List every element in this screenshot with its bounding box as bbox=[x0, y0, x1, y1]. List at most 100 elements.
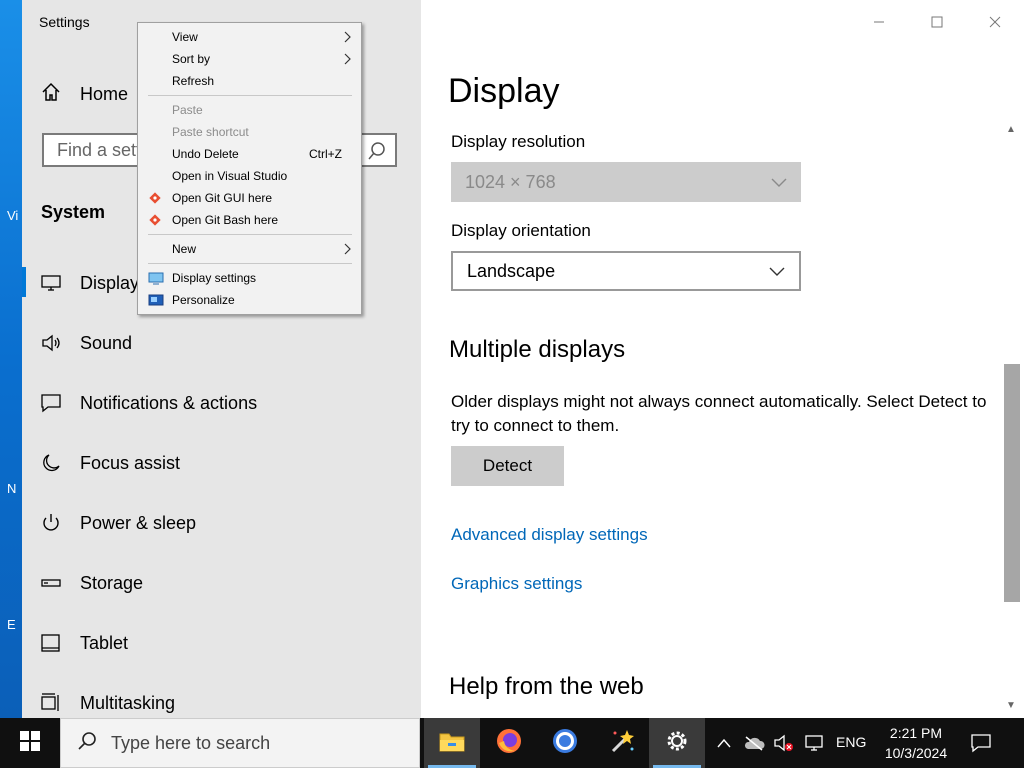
file-explorer-icon bbox=[438, 729, 466, 758]
sidebar-item-label: Power & sleep bbox=[80, 512, 197, 533]
menu-item-shortcut: Ctrl+Z bbox=[309, 147, 342, 161]
speaker-icon bbox=[40, 332, 62, 354]
menu-item-display-settings[interactable]: Display settings bbox=[138, 267, 361, 289]
menu-item-paste: Paste bbox=[138, 99, 361, 121]
storage-icon bbox=[40, 572, 62, 594]
chevron-right-icon bbox=[344, 53, 351, 68]
desktop-background[interactable]: Vi N E bbox=[0, 0, 22, 718]
home-label: Home bbox=[80, 83, 129, 104]
menu-item-label: Open Git GUI here bbox=[172, 191, 273, 205]
chevron-down-icon bbox=[771, 172, 787, 193]
magic-wand-icon bbox=[607, 727, 635, 760]
resolution-label: Display resolution bbox=[451, 132, 586, 151]
menu-separator bbox=[148, 95, 352, 96]
tablet-icon bbox=[40, 632, 62, 654]
menu-item-label: New bbox=[172, 242, 197, 256]
menu-item-refresh[interactable]: Refresh bbox=[138, 70, 361, 92]
chevron-up-icon[interactable] bbox=[714, 732, 734, 754]
sidebar-item-label: Sound bbox=[80, 332, 133, 353]
home-nav-item[interactable]: Home bbox=[40, 80, 128, 108]
close-icon[interactable] bbox=[966, 0, 1024, 44]
menu-item-label: Display settings bbox=[172, 271, 257, 285]
help-heading: Help from the web bbox=[449, 673, 644, 700]
menu-separator bbox=[148, 263, 352, 264]
sidebar-item-notifications[interactable]: Notifications & actions bbox=[22, 373, 421, 433]
taskbar-app-chrome[interactable] bbox=[537, 718, 593, 768]
resolution-dropdown: 1024 × 768 bbox=[451, 162, 801, 202]
start-button[interactable] bbox=[0, 718, 60, 768]
language-indicator[interactable]: ENG bbox=[836, 734, 866, 750]
window-controls bbox=[850, 0, 1024, 44]
menu-item-open-git-bash[interactable]: Open Git Bash here bbox=[138, 209, 361, 231]
orientation-label: Display orientation bbox=[451, 221, 591, 240]
settings-gear-icon bbox=[664, 728, 690, 759]
git-icon bbox=[148, 213, 162, 230]
content-scrollbar[interactable]: ▲ ▼ bbox=[1002, 118, 1022, 718]
menu-item-undo-delete[interactable]: Undo Delete Ctrl+Z bbox=[138, 143, 361, 165]
taskbar-app-wand[interactable] bbox=[593, 718, 649, 768]
content-pane: Display Display resolution 1024 × 768 Di… bbox=[421, 0, 1024, 718]
menu-item-view[interactable]: View bbox=[138, 26, 361, 48]
maximize-icon[interactable] bbox=[908, 0, 966, 44]
menu-item-sort-by[interactable]: Sort by bbox=[138, 48, 361, 70]
chevron-right-icon bbox=[344, 31, 351, 46]
menu-item-label: Refresh bbox=[172, 74, 215, 88]
speaker-muted-icon[interactable] bbox=[772, 732, 796, 754]
sidebar-item-tablet[interactable]: Tablet bbox=[22, 613, 421, 673]
search-icon bbox=[77, 731, 97, 756]
desktop-icon-label: E bbox=[7, 617, 16, 632]
menu-item-label: Open Git Bash here bbox=[172, 213, 279, 227]
desktop-icon-label: Vi bbox=[7, 208, 19, 223]
taskbar-search-box[interactable]: Type here to search bbox=[60, 718, 420, 768]
network-icon[interactable] bbox=[802, 732, 826, 754]
power-icon bbox=[40, 512, 62, 534]
chrome-icon bbox=[551, 727, 579, 760]
menu-item-personalize[interactable]: Personalize bbox=[138, 289, 361, 311]
taskbar-app-file-explorer[interactable] bbox=[424, 718, 480, 768]
resolution-value: 1024 × 768 bbox=[465, 171, 556, 192]
desktop-icon-label: N bbox=[7, 481, 17, 496]
sidebar-nav: Display Sound Notifications & actions Fo… bbox=[22, 253, 421, 718]
menu-item-label: View bbox=[172, 30, 198, 44]
detect-button[interactable]: Detect bbox=[451, 446, 564, 486]
personalize-icon bbox=[148, 293, 164, 310]
sidebar-item-power-sleep[interactable]: Power & sleep bbox=[22, 493, 421, 553]
sidebar-item-label: Focus assist bbox=[80, 452, 181, 473]
home-icon bbox=[40, 81, 62, 108]
taskbar-app-firefox[interactable] bbox=[481, 718, 537, 768]
orientation-dropdown[interactable]: Landscape bbox=[451, 251, 801, 291]
git-icon bbox=[148, 191, 162, 208]
menu-item-open-git-gui[interactable]: Open Git GUI here bbox=[138, 187, 361, 209]
menu-item-paste-shortcut: Paste shortcut bbox=[138, 121, 361, 143]
clock-date: 10/3/2024 bbox=[884, 745, 948, 761]
multiple-displays-heading: Multiple displays bbox=[449, 336, 626, 363]
sidebar-item-sound[interactable]: Sound bbox=[22, 313, 421, 373]
orientation-value: Landscape bbox=[467, 260, 556, 281]
minimize-icon[interactable] bbox=[850, 0, 908, 44]
moon-icon bbox=[40, 452, 62, 474]
scroll-down-icon[interactable]: ▼ bbox=[1006, 700, 1016, 711]
sidebar-item-label: Storage bbox=[80, 572, 144, 593]
cloud-offline-icon[interactable] bbox=[742, 732, 766, 754]
sidebar-item-storage[interactable]: Storage bbox=[22, 553, 421, 613]
sidebar-item-label: Display bbox=[80, 272, 140, 293]
advanced-display-settings-link[interactable]: Advanced display settings bbox=[451, 525, 648, 545]
page-title: Display bbox=[448, 72, 560, 110]
taskbar-app-settings[interactable] bbox=[649, 718, 705, 768]
search-icon[interactable] bbox=[367, 141, 387, 166]
firefox-icon bbox=[495, 727, 523, 760]
sidebar-item-focus-assist[interactable]: Focus assist bbox=[22, 433, 421, 493]
graphics-settings-link[interactable]: Graphics settings bbox=[451, 574, 582, 594]
menu-item-label: Paste shortcut bbox=[172, 125, 249, 139]
menu-item-label: Personalize bbox=[172, 293, 235, 307]
menu-item-new[interactable]: New bbox=[138, 238, 361, 260]
scroll-up-icon[interactable]: ▲ bbox=[1006, 124, 1016, 135]
app-title: Settings bbox=[39, 14, 90, 30]
sidebar-item-multitasking[interactable]: Multitasking bbox=[22, 673, 421, 718]
menu-item-open-visual-studio[interactable]: Open in Visual Studio bbox=[138, 165, 361, 187]
action-center-icon[interactable] bbox=[970, 732, 992, 759]
scrollbar-thumb[interactable] bbox=[1004, 364, 1020, 602]
chevron-right-icon bbox=[344, 243, 351, 258]
clock[interactable]: 2:21 PM 10/3/2024 bbox=[872, 723, 960, 763]
taskbar-search-placeholder: Type here to search bbox=[111, 732, 271, 753]
